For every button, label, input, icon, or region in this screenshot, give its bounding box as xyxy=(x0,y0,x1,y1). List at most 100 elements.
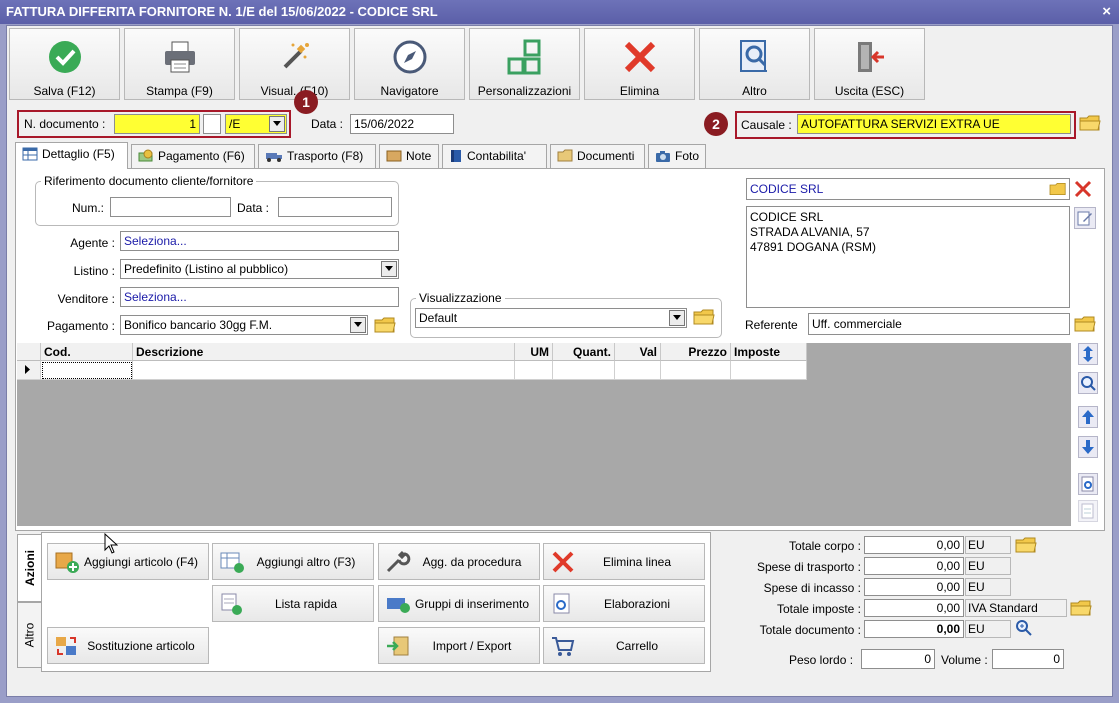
grid-cell-um[interactable] xyxy=(515,361,553,380)
processing-button[interactable]: Elaborazioni xyxy=(543,585,705,622)
agente-field[interactable]: Seleziona... xyxy=(120,231,399,251)
folder-icon[interactable] xyxy=(693,307,715,327)
delete-line-label: Elimina linea xyxy=(602,555,672,569)
grid-cell-descrizione[interactable] xyxy=(133,361,515,380)
save-button[interactable]: Salva (F12) xyxy=(9,28,120,100)
doc-number-field[interactable]: 1 xyxy=(114,114,200,134)
pagamento-select[interactable]: Bonifico bancario 30gg F.M. xyxy=(120,315,368,335)
date-field[interactable]: 15/06/2022 xyxy=(350,114,454,134)
doc-number-spacer[interactable] xyxy=(203,114,221,134)
supplier-name-field[interactable]: CODICE SRL xyxy=(746,178,1070,200)
grid-header-descrizione[interactable]: Descrizione xyxy=(133,343,515,361)
referente-label: Referente xyxy=(745,318,798,332)
chevron-down-icon[interactable] xyxy=(669,310,685,326)
magic-wand-icon xyxy=(283,43,309,69)
pagamento-value: Bonifico bancario 30gg F.M. xyxy=(124,318,273,332)
folder-icon[interactable] xyxy=(1079,113,1101,133)
grid-cell-prezzo[interactable] xyxy=(661,361,731,380)
close-icon[interactable] xyxy=(1074,180,1092,198)
arrow-down-icon xyxy=(1082,440,1094,454)
delete-button[interactable]: Elimina xyxy=(584,28,695,100)
line-settings-button[interactable] xyxy=(1078,473,1098,495)
peso-lordo-label: Peso lordo : xyxy=(789,653,854,667)
chevron-down-icon[interactable] xyxy=(269,116,285,132)
tab-foto[interactable]: Foto xyxy=(648,144,706,168)
tab-dettaglio[interactable]: Dettaglio (F5) xyxy=(15,142,128,169)
tab-altro[interactable]: Altro xyxy=(17,602,41,668)
tab-contabilita[interactable]: Contabilita' xyxy=(442,144,547,168)
document-window: Salva (F12) Stampa (F9) Visual. (F10) Na… xyxy=(6,25,1113,697)
grid-header-cod[interactable]: Cod. xyxy=(41,343,133,361)
spese-incasso-value[interactable]: 0,00 xyxy=(864,578,964,596)
tab-pagamento[interactable]: Pagamento (F6) xyxy=(131,144,255,168)
navigator-button[interactable]: Navigatore xyxy=(354,28,465,100)
doc-suffix-select[interactable]: /E xyxy=(225,114,287,134)
ref-num-field[interactable] xyxy=(110,197,231,217)
folder-icon[interactable] xyxy=(374,315,396,335)
venditore-field[interactable]: Seleziona... xyxy=(120,287,399,307)
lines-grid[interactable]: Cod. Descrizione UM Quant. Val Prezzo Im… xyxy=(17,343,1071,526)
spese-trasporto-value[interactable]: 0,00 xyxy=(864,557,964,575)
close-icon[interactable]: × xyxy=(1102,0,1111,24)
tab-documenti[interactable]: Documenti xyxy=(550,144,645,168)
add-other-button[interactable]: Aggiungi altro (F3) xyxy=(212,543,374,580)
grid-cell-quant[interactable] xyxy=(553,361,615,380)
import-export-button[interactable]: Import / Export xyxy=(378,627,540,664)
grid-cell-val[interactable] xyxy=(615,361,661,380)
print-button[interactable]: Stampa (F9) xyxy=(124,28,235,100)
customizations-button[interactable]: Personalizzazioni xyxy=(469,28,580,100)
grid-header-quant[interactable]: Quant. xyxy=(553,343,615,361)
preview-button[interactable]: Visual. (F10) xyxy=(239,28,350,100)
supplier-address-box[interactable]: CODICE SRL STRADA ALVANIA, 57 47891 DOGA… xyxy=(746,206,1070,308)
insert-groups-label: Gruppi di inserimento xyxy=(414,597,530,611)
tab-trasporto[interactable]: Trasporto (F8) xyxy=(258,144,376,168)
zoom-icon[interactable] xyxy=(1015,619,1033,637)
tab-contabilita-label: Contabilita' xyxy=(467,149,526,163)
chevron-down-icon[interactable] xyxy=(381,261,397,277)
visualizzazione-select[interactable]: Default xyxy=(415,308,687,328)
delete-line-button[interactable]: Elimina linea xyxy=(543,543,705,580)
cart-button[interactable]: Carrello xyxy=(543,627,705,664)
ref-date-field[interactable] xyxy=(278,197,392,217)
tab-note-label: Note xyxy=(406,149,432,163)
grid-cell-imposte[interactable] xyxy=(731,361,807,380)
peso-lordo-value[interactable]: 0 xyxy=(861,649,935,669)
add-article-button[interactable]: Aggiungi articolo (F4) xyxy=(47,543,209,580)
referente-field[interactable]: Uff. commerciale xyxy=(808,313,1070,335)
grid-header-prezzo[interactable]: Prezzo xyxy=(661,343,731,361)
expand-rows-button[interactable] xyxy=(1078,343,1098,365)
folder-icon[interactable] xyxy=(1049,181,1067,197)
tab-note[interactable]: Note xyxy=(379,144,439,168)
search-lines-button[interactable] xyxy=(1078,372,1098,394)
causale-field[interactable]: AUTOFATTURA SERVIZI EXTRA UE xyxy=(797,114,1071,134)
volume-value[interactable]: 0 xyxy=(992,649,1064,669)
move-down-button[interactable] xyxy=(1078,436,1098,458)
folder-icon[interactable] xyxy=(1015,535,1037,555)
chevron-down-icon[interactable] xyxy=(350,317,366,333)
totale-imposte-label: Totale imposte : xyxy=(776,602,861,616)
move-up-button[interactable] xyxy=(1078,406,1098,428)
folder-icon[interactable] xyxy=(1070,598,1092,618)
line-extra-button[interactable] xyxy=(1078,500,1098,522)
edit-address-button[interactable] xyxy=(1074,207,1096,229)
grid-header-um[interactable]: UM xyxy=(515,343,553,361)
grid-header-imposte[interactable]: Imposte xyxy=(731,343,807,361)
more-button[interactable]: Altro xyxy=(699,28,810,100)
add-table-icon xyxy=(220,552,244,573)
folder-icon[interactable] xyxy=(1074,314,1096,334)
processing-label: Elaborazioni xyxy=(603,597,671,611)
visualizzazione-value: Default xyxy=(419,311,458,325)
exit-door-icon xyxy=(857,42,884,72)
navigator-label: Navigatore xyxy=(380,84,439,98)
replace-article-button[interactable]: Sostituzione articolo xyxy=(47,627,209,664)
insert-groups-button[interactable]: Gruppi di inserimento xyxy=(378,585,540,622)
grid-header-val[interactable]: Val xyxy=(615,343,661,361)
quick-list-button[interactable]: Lista rapida xyxy=(212,585,374,622)
add-from-procedure-button[interactable]: Agg. da procedura xyxy=(378,543,540,580)
exit-button[interactable]: Uscita (ESC) xyxy=(814,28,925,100)
listino-select[interactable]: Predefinito (Listino al pubblico) xyxy=(120,259,399,279)
supplier-address-line2: STRADA ALVANIA, 57 xyxy=(750,225,870,239)
tab-azioni[interactable]: Azioni xyxy=(17,534,41,602)
check-circle-icon xyxy=(48,41,81,73)
grid-cell-cod[interactable] xyxy=(41,361,133,380)
